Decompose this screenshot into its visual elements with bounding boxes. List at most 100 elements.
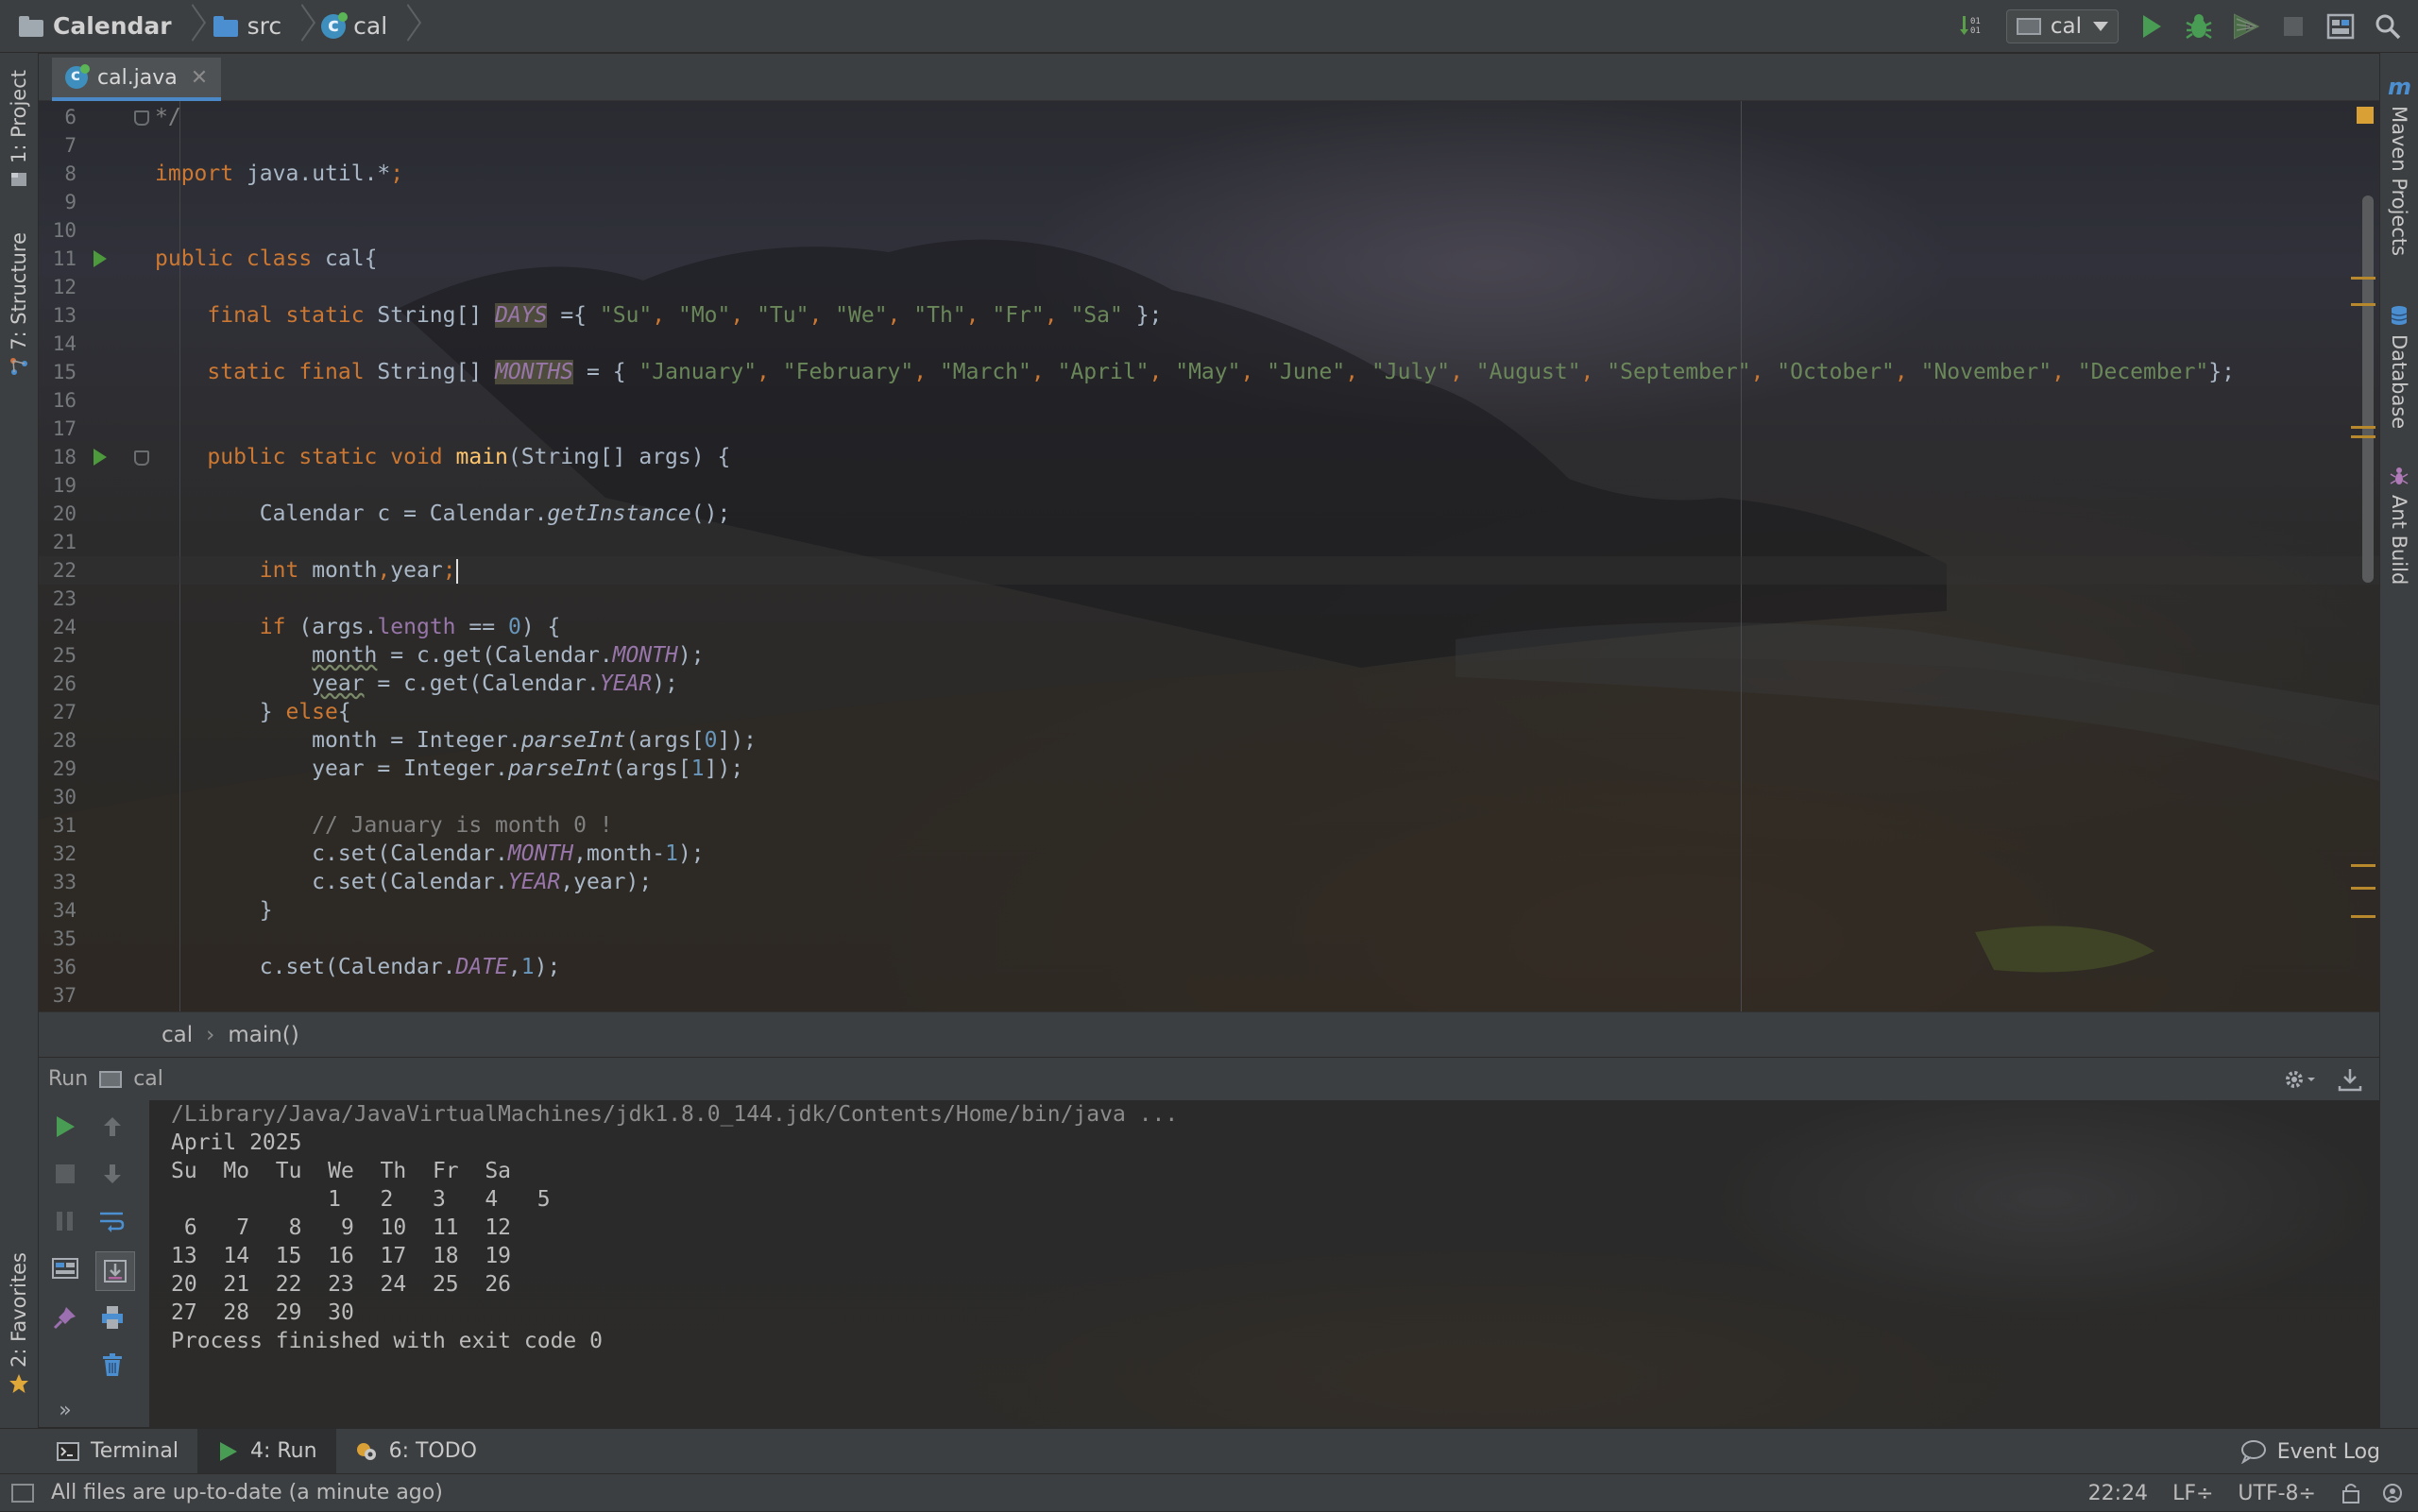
print-button[interactable] [95, 1300, 129, 1334]
line-separator-select[interactable]: LF÷ [2172, 1482, 2213, 1505]
play-icon [57, 1116, 75, 1137]
code-token: ); [677, 841, 705, 866]
run-tab-cal[interactable]: cal [133, 1067, 163, 1091]
print-icon [102, 1306, 123, 1329]
comma-token: , [913, 360, 940, 384]
more-actions-button[interactable]: » [48, 1397, 82, 1423]
comma-token: , [1240, 360, 1268, 384]
run-with-coverage-button[interactable] [2225, 6, 2267, 47]
fold-marker-icon[interactable] [134, 110, 149, 126]
text-caret [455, 558, 458, 584]
soft-wrap-button[interactable] [95, 1204, 129, 1238]
warning-marker[interactable] [2351, 426, 2375, 429]
console-line: 27 28 29 30 [171, 1300, 354, 1325]
build-icon: 01 01 [1959, 16, 1981, 36]
project-structure-button[interactable] [2320, 6, 2361, 47]
fold-marker-icon[interactable] [134, 450, 149, 466]
run-console-output[interactable]: /Library/Java/JavaVirtualMachines/jdk1.8… [150, 1100, 2379, 1427]
gear-icon[interactable] [2281, 1065, 2319, 1094]
code-line: 13 final static String[] DAYS ={ "Su", "… [39, 301, 2379, 330]
code-token: (args[ [625, 728, 705, 753]
code-token: String[] [377, 360, 483, 384]
file-encoding-select[interactable]: UTF-8÷ [2238, 1482, 2316, 1505]
comma-token: , [757, 360, 783, 384]
editor-breadcrumb: cal › main() [39, 1011, 2379, 1057]
scroll-down-button[interactable] [95, 1157, 129, 1191]
database-tab[interactable]: Database [2380, 300, 2418, 429]
inspection-status-icon[interactable] [2357, 107, 2374, 124]
warning-marker[interactable] [2351, 915, 2375, 918]
terminal-tab[interactable]: Terminal [38, 1429, 197, 1474]
breadcrumb-class-cal[interactable]: cal [162, 1023, 193, 1047]
editor-scrollbar-thumb[interactable] [2362, 195, 2374, 583]
favorites-tool-tab[interactable]: 2: Favorites [0, 1252, 38, 1400]
console-line: Su Mo Tu We Th Fr Sa [171, 1159, 512, 1183]
run-tool-tab[interactable]: 4: Run [196, 1428, 336, 1474]
search-everywhere-button[interactable] [2367, 6, 2409, 47]
code-line: 24 if (args.length == 0) { [39, 613, 2379, 641]
string-literal: "September" [1607, 360, 1751, 384]
run-configuration-select[interactable]: cal [2005, 9, 2119, 43]
run-tool-tab-label: 4: Run [249, 1439, 317, 1463]
code-editor[interactable]: 6 */ 7 8 import java.util.*; 9 10 11 public… [39, 101, 2379, 1011]
string-literal: "February" [782, 360, 914, 384]
warning-marker[interactable] [2351, 887, 2375, 890]
code-token: (args. [298, 615, 378, 639]
line-number: 18 [52, 446, 77, 468]
run-gutter-icon[interactable] [94, 449, 107, 466]
inspector-icon[interactable] [2380, 1481, 2405, 1505]
build-project-button[interactable]: 01 01 [1952, 6, 1994, 47]
comma-token: , [652, 303, 678, 328]
scroll-up-button[interactable] [95, 1110, 129, 1144]
debug-button[interactable] [2178, 6, 2220, 47]
breadcrumb-class[interactable]: cal [304, 0, 410, 53]
line-number: 16 [52, 389, 77, 412]
caret-position[interactable]: 22:24 [2088, 1482, 2148, 1505]
project-tool-tab[interactable]: 1: Project [0, 70, 38, 195]
string-literal: "Sa" [1070, 303, 1123, 328]
warning-marker[interactable] [2351, 435, 2375, 438]
pause-button[interactable] [48, 1204, 82, 1238]
todo-tab[interactable]: 6: TODO [336, 1429, 496, 1474]
run-button[interactable] [2131, 6, 2172, 47]
java-class-icon [321, 11, 349, 39]
scroll-to-end-button[interactable] [95, 1251, 135, 1291]
string-literal: "November" [1920, 360, 2052, 384]
stop-button[interactable] [2273, 6, 2314, 47]
toggle-tool-windows-icon[interactable] [11, 1483, 34, 1503]
string-literal: "Tu" [757, 303, 809, 328]
warning-marker[interactable] [2351, 303, 2375, 306]
run-gutter-icon[interactable] [94, 250, 107, 267]
stop-process-button[interactable] [48, 1157, 82, 1191]
line-number: 17 [52, 417, 77, 440]
code-line: 32 c.set(Calendar.MONTH,month-1); [39, 840, 2379, 868]
ant-build-tab[interactable]: Ant Build [2380, 461, 2418, 585]
editor-tab-cal-java[interactable]: cal.java ✕ [52, 58, 222, 101]
warning-marker[interactable] [2351, 864, 2375, 867]
maven-projects-tab[interactable]: m Maven Projects [2380, 72, 2418, 256]
breadcrumb-method-main[interactable]: main() [228, 1023, 298, 1047]
breadcrumb-project[interactable]: Calendar [0, 0, 195, 53]
project-tool-label: 1: Project [8, 70, 30, 163]
event-log-tab[interactable]: Event Log [2239, 1429, 2380, 1474]
comma-token: , [1580, 360, 1608, 384]
lock-icon[interactable] [2341, 1482, 2361, 1504]
hide-panel-icon[interactable] [2334, 1065, 2366, 1094]
code-line: 27 } else{ [39, 698, 2379, 726]
pin-tab-button[interactable] [48, 1300, 82, 1334]
database-icon [2391, 306, 2408, 325]
editor-scrollbar[interactable] [2345, 101, 2379, 1011]
clear-all-button[interactable] [95, 1348, 129, 1382]
structure-tool-label: 7: Structure [8, 232, 30, 350]
restore-layout-button[interactable] [48, 1251, 82, 1285]
close-icon[interactable]: ✕ [191, 66, 208, 90]
code-line: 11 public class cal{ [39, 245, 2379, 273]
code-token: parseInt [507, 756, 613, 781]
rerun-button[interactable] [48, 1110, 82, 1144]
string-literal: "July" [1371, 360, 1451, 384]
structure-tool-tab[interactable]: 7: Structure [0, 232, 38, 382]
warning-marker[interactable] [2351, 277, 2375, 280]
code-token: MONTH [612, 643, 678, 668]
code-token: c.set(Calendar. [312, 841, 508, 866]
breadcrumb-src[interactable]: src [195, 0, 305, 53]
